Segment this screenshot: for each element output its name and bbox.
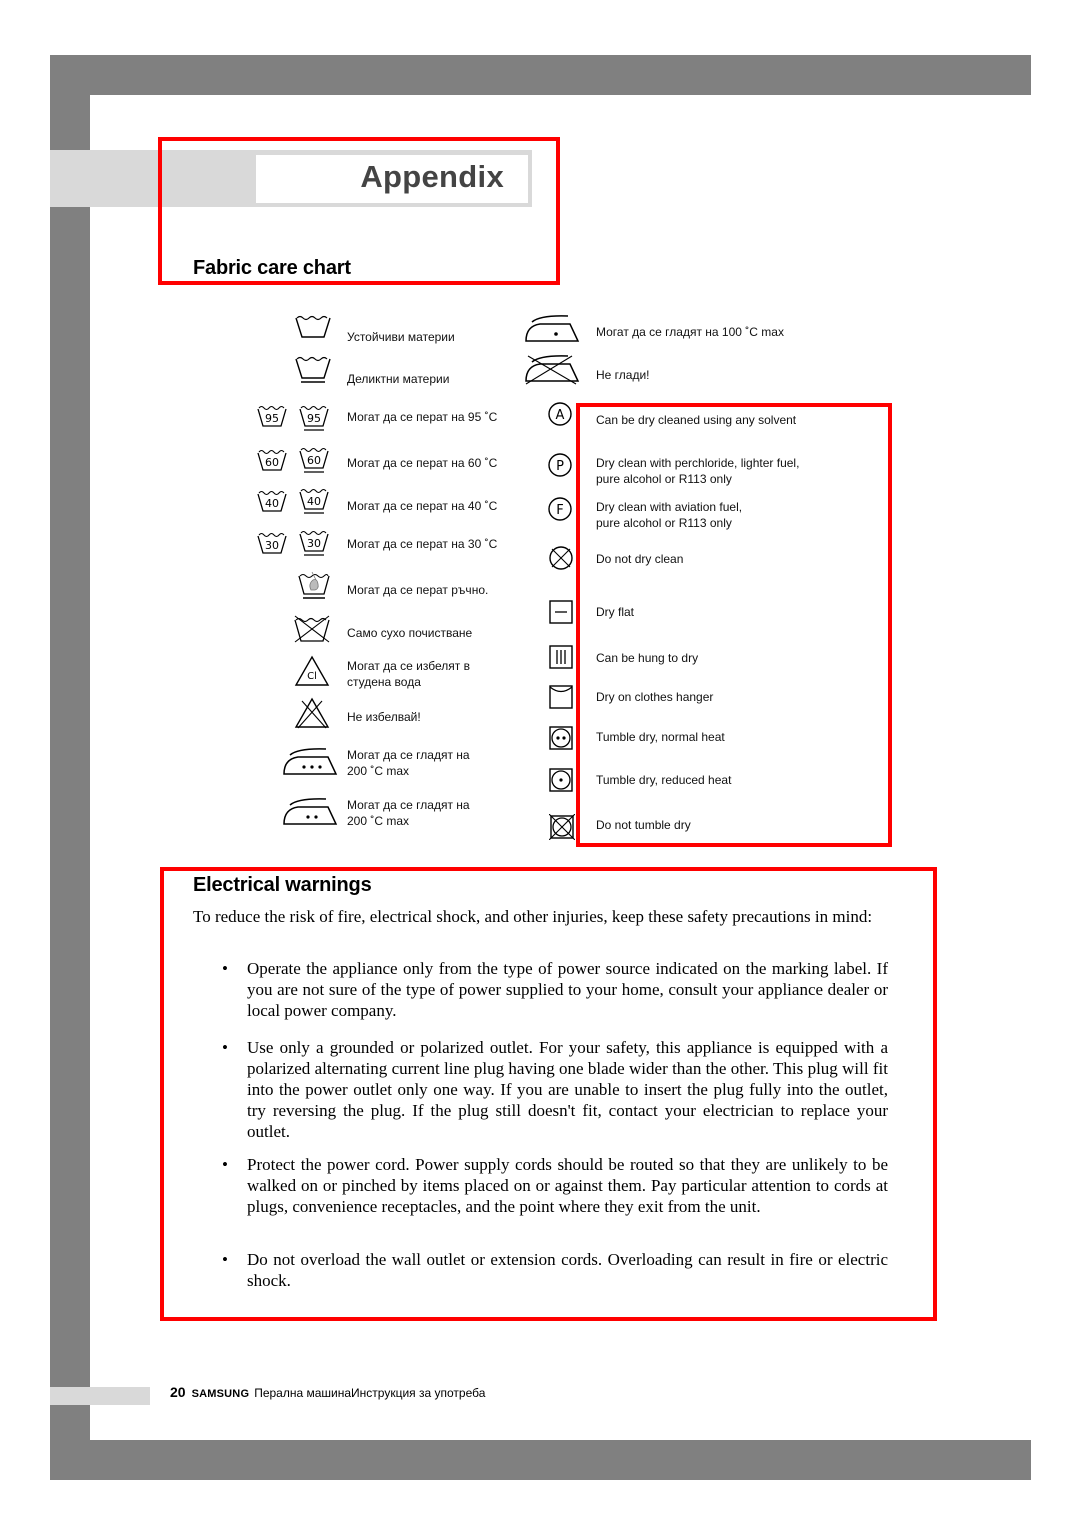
- dry-clean-p-icon: P: [547, 452, 573, 478]
- label-tumble-normal: Tumble dry, normal heat: [596, 730, 725, 744]
- footer-text: Перална машинаИнструкция за употреба: [254, 1386, 486, 1400]
- hand-wash-icon: [297, 570, 331, 600]
- label-wash-30: Могат да се перат на 30 ˚C: [347, 537, 498, 551]
- tumble-dry-normal-icon: [549, 726, 573, 750]
- bullet-overload: Do not overload the wall outlet or exten…: [247, 1250, 888, 1290]
- label-dry-clean-only: Само сухо почистване: [347, 626, 473, 640]
- label-hand-wash: Могат да се перат ръчно.: [347, 583, 489, 597]
- svg-text:Cl: Cl: [307, 671, 317, 682]
- bullet-grounded-outlet: Use only a grounded or polarized outlet.…: [247, 1038, 888, 1141]
- svg-text:40: 40: [265, 497, 279, 510]
- svg-text:40: 40: [307, 495, 321, 508]
- label-dry-clean-p-line2: pure alcohol or R113 only: [596, 472, 732, 486]
- fabric-care-heading: Fabric care chart: [193, 257, 351, 279]
- iron-two-dots-icon: [282, 797, 338, 827]
- svg-text:95: 95: [307, 412, 321, 425]
- wash-30-delicate-icon: 30: [298, 529, 330, 557]
- svg-text:30: 30: [265, 539, 279, 552]
- bullet-power-source: Operate the appliance only from the type…: [247, 959, 888, 1020]
- tumble-dry-reduced-icon: [549, 768, 573, 792]
- label-tumble-reduced: Tumble dry, reduced heat: [596, 773, 732, 787]
- do-not-iron-icon: [524, 354, 580, 386]
- label-iron-200-b-line1: Могат да се гладят на: [347, 798, 470, 812]
- electrical-intro: To reduce the risk of fire, electrical s…: [193, 907, 873, 926]
- label-resistant-fabrics: Устойчиви материи: [347, 330, 455, 344]
- bullet-power-cord: Protect the power cord. Power supply cor…: [247, 1155, 888, 1216]
- label-hang-dry: Can be hung to dry: [596, 651, 699, 665]
- svg-text:F: F: [556, 503, 563, 518]
- wash-95-icon: 95: [256, 404, 288, 430]
- iron-three-dots-icon: [282, 747, 338, 777]
- label-dry-clean-p-line1: Dry clean with perchloride, lighter fuel…: [596, 456, 800, 470]
- bleach-cl-icon: Cl: [294, 655, 330, 687]
- label-wash-40: Могат да се перат на 40 ˚C: [347, 499, 498, 513]
- wash-60-delicate-icon: 60: [298, 446, 330, 474]
- brand-logo: SAMSUNG: [191, 1388, 250, 1400]
- svg-text:60: 60: [265, 456, 279, 469]
- label-wash-95: Могат да се перат на 95 ˚C: [347, 410, 498, 424]
- label-bleach-line1: Могат да се избелят в: [347, 659, 470, 673]
- label-bleach-line2: студена вода: [347, 675, 421, 689]
- label-do-not-bleach: Не избелвай!: [347, 710, 421, 724]
- wash-60-icon: 60: [256, 448, 288, 474]
- do-not-bleach-icon: [294, 697, 330, 729]
- bullet-marker: •: [222, 959, 228, 978]
- svg-text:30: 30: [307, 537, 321, 550]
- wash-30-icon: 30: [256, 531, 288, 557]
- bullet-marker: •: [222, 1038, 228, 1057]
- label-dry-flat: Dry flat: [596, 605, 635, 619]
- iron-one-dot-icon: [524, 314, 580, 344]
- label-iron-200-a-line2: 200 ˚C max: [347, 764, 410, 778]
- wash-40-icon: 40: [256, 489, 288, 515]
- page-number: 20: [170, 1384, 186, 1400]
- label-dry-clean-f-line2: pure alcohol or R113 only: [596, 516, 732, 530]
- label-iron-200-a-line1: Могат да се гладят на: [347, 748, 470, 762]
- wash-tub-delicate-icon: [294, 354, 332, 384]
- bullet-marker: •: [222, 1250, 228, 1269]
- top-frame-bar: [50, 55, 1031, 95]
- label-do-not-tumble: Do not tumble dry: [596, 818, 691, 832]
- svg-text:P: P: [556, 459, 564, 474]
- left-frame-bar: [50, 55, 90, 1480]
- svg-text:60: 60: [307, 454, 321, 467]
- label-dry-clean-any: Can be dry cleaned using any solvent: [596, 413, 797, 427]
- bullet-marker: •: [222, 1155, 228, 1174]
- label-dry-clean-f-line1: Dry clean with aviation fuel,: [596, 500, 743, 514]
- label-delicate-fabrics: Деликтни материи: [347, 372, 450, 386]
- dry-flat-icon: [549, 600, 573, 624]
- page-footer: 20 SAMSUNG Перална машинаИнструкция за упо…: [170, 1384, 485, 1400]
- wash-40-delicate-icon: 40: [298, 487, 330, 515]
- label-do-not-iron: Не глади!: [596, 368, 650, 382]
- dry-clean-a-icon: A: [547, 401, 573, 427]
- footer-strip: [50, 1387, 150, 1405]
- wash-tub-icon: [294, 313, 332, 339]
- dry-clean-f-icon: F: [547, 496, 573, 522]
- electrical-warnings-heading: Electrical warnings: [193, 874, 372, 896]
- svg-text:95: 95: [265, 412, 279, 425]
- do-not-wash-icon: [293, 614, 331, 644]
- do-not-tumble-dry-icon: [549, 814, 575, 840]
- hang-dry-icon: [549, 645, 573, 669]
- clothes-hanger-dry-icon: [549, 685, 573, 709]
- label-do-not-dry-clean: Do not dry clean: [596, 552, 684, 566]
- wash-95-delicate-icon: 95: [298, 404, 330, 432]
- bottom-frame-bar: [50, 1440, 1031, 1480]
- label-iron-100: Могат да се гладят на 100 ˚C max: [596, 325, 784, 339]
- do-not-dry-clean-icon: [548, 545, 574, 571]
- label-iron-200-b-line2: 200 ˚C max: [347, 814, 410, 828]
- label-wash-60: Могат да се перат на 60 ˚C: [347, 456, 498, 470]
- label-hanger-dry: Dry on clothes hanger: [596, 690, 714, 704]
- svg-text:A: A: [556, 408, 565, 423]
